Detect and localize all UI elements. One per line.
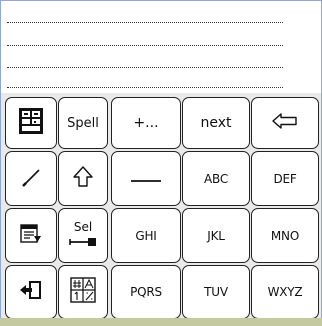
backspace-key[interactable]	[251, 97, 319, 149]
numeric-keypad-icon	[70, 277, 96, 307]
space-bar-icon	[129, 170, 163, 188]
next-label: next	[200, 115, 232, 131]
space-key[interactable]	[111, 151, 181, 206]
shift-arrow-icon	[72, 165, 94, 193]
key-pqrs-label: PQRS	[130, 285, 162, 299]
key-mno[interactable]: MNO	[251, 208, 319, 263]
exit-key[interactable]	[5, 265, 57, 319]
menu-key[interactable]	[5, 208, 57, 263]
key-jkl-label: JKL	[207, 228, 225, 243]
symbols-key[interactable]	[5, 97, 57, 149]
key-jkl[interactable]: JKL	[182, 208, 250, 263]
numeric-key[interactable]	[58, 265, 108, 319]
keyboard-symbols-icon	[18, 107, 44, 139]
text-input-area[interactable]	[1, 1, 321, 93]
spell-key[interactable]: Spell	[58, 97, 108, 149]
shift-key[interactable]	[58, 151, 108, 206]
punctuation-label: +...	[133, 115, 159, 131]
pen-icon	[20, 166, 42, 192]
key-ghi[interactable]: GHI	[111, 208, 181, 263]
exit-door-icon	[18, 278, 44, 306]
sel-key[interactable]: Sel	[58, 208, 108, 263]
sel-label: Sel	[73, 219, 93, 234]
next-key[interactable]: next	[182, 97, 250, 149]
key-def[interactable]: DEF	[251, 151, 319, 206]
menu-list-icon	[19, 222, 43, 250]
key-abc[interactable]: ABC	[182, 151, 250, 206]
key-wxyz[interactable]: WXYZ	[251, 265, 319, 319]
key-tuv[interactable]: TUV	[182, 265, 250, 319]
selection-key-icon	[69, 235, 97, 251]
key-tuv-label: TUV	[204, 285, 228, 299]
key-abc-label: ABC	[203, 171, 228, 186]
key-pqrs[interactable]: PQRS	[111, 265, 181, 319]
text-line-3	[7, 67, 283, 68]
key-mno-label: MNO	[270, 228, 300, 243]
backspace-arrow-icon	[272, 113, 298, 133]
punctuation-key[interactable]: +...	[111, 97, 181, 149]
key-wxyz-label: WXYZ	[267, 285, 303, 299]
key-ghi-label: GHI	[135, 228, 157, 243]
text-line-2	[7, 45, 283, 46]
text-line-1	[7, 22, 283, 23]
bottom-status-bar	[0, 318, 322, 326]
key-def-label: DEF	[273, 171, 297, 186]
text-line-4	[7, 87, 283, 88]
t9-keyboard: Spell +... next ABC DEF Sel GHI JKL MNO …	[1, 93, 321, 324]
pen-key[interactable]	[5, 151, 57, 206]
spell-label: Spell	[67, 115, 99, 131]
